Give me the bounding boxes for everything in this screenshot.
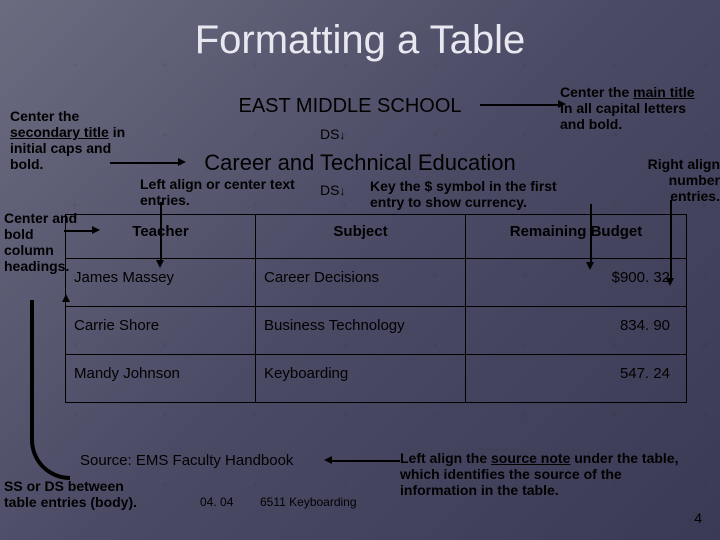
callout-source-note: Left align the source note under the tab… <box>400 450 700 498</box>
ds-label-1: DS↓ <box>320 126 345 142</box>
budget-table: Teacher Subject Remaining Budget James M… <box>65 214 687 403</box>
col-header-subject: Subject <box>256 215 466 259</box>
table-header-row: Teacher Subject Remaining Budget <box>66 215 687 259</box>
cell-budget: 834. 90 <box>466 307 687 355</box>
cell-subject: Career Decisions <box>256 259 466 307</box>
col-header-budget: Remaining Budget <box>466 215 687 259</box>
cell-teacher: Mandy Johnson <box>66 355 256 403</box>
secondary-title: Career and Technical Education <box>130 150 590 176</box>
col-header-teacher: Teacher <box>66 215 256 259</box>
callout-main-title: Center the main title in all capital let… <box>560 84 710 132</box>
slide-title: Formatting a Table <box>0 18 720 63</box>
cell-teacher: James Massey <box>66 259 256 307</box>
footer-course: 6511 Keyboarding <box>260 495 357 509</box>
callout-spacing: SS or DS between table entries (body). <box>4 478 144 510</box>
cell-budget: $900. 32 <box>466 259 687 307</box>
table-row: Carrie Shore Business Technology 834. 90 <box>66 307 687 355</box>
callout-right-align: Right align number entries. <box>640 156 720 204</box>
cell-teacher: Carrie Shore <box>66 307 256 355</box>
page-number: 4 <box>694 510 702 526</box>
callout-secondary-title: Center the secondary title in initial ca… <box>10 108 130 172</box>
main-title: EAST MIDDLE SCHOOL <box>200 95 500 118</box>
cell-budget: 547. 24 <box>466 355 687 403</box>
ds-label-2: DS↓ <box>320 182 345 198</box>
callout-left-align: Left align or center text entries. <box>140 176 310 208</box>
cell-subject: Business Technology <box>256 307 466 355</box>
footer-date: 04. 04 <box>200 495 233 509</box>
source-note: Source: EMS Faculty Handbook <box>80 452 293 469</box>
callout-currency: Key the $ symbol in the first entry to s… <box>370 178 590 210</box>
cell-subject: Keyboarding <box>256 355 466 403</box>
table-row: James Massey Career Decisions $900. 32 <box>66 259 687 307</box>
table-row: Mandy Johnson Keyboarding 547. 24 <box>66 355 687 403</box>
